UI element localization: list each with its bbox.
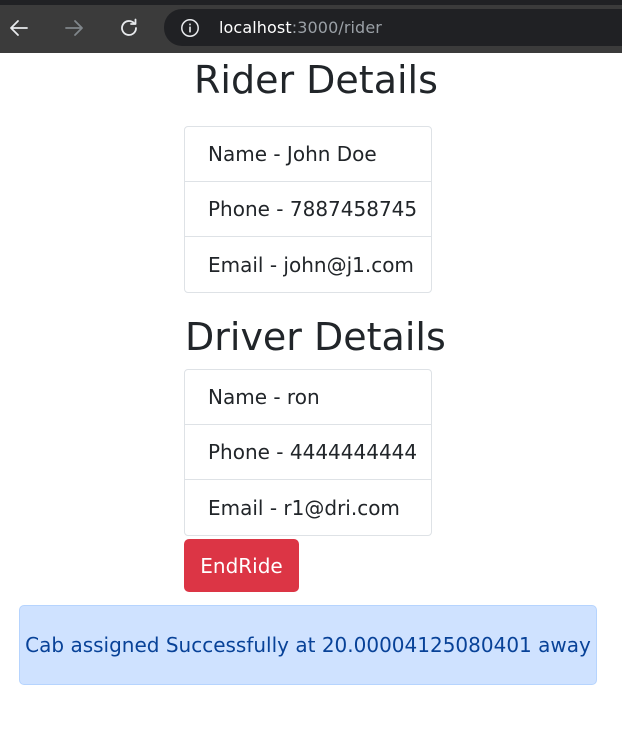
url-path: :3000/rider <box>291 18 382 37</box>
back-button[interactable] <box>5 14 33 42</box>
driver-details-list: Name - ron Phone - 4444444444 Email - r1… <box>184 369 432 536</box>
rider-name: Name - John Doe <box>185 127 431 182</box>
reload-icon <box>121 18 137 36</box>
rider-email: Email - john@j1.com <box>208 252 414 277</box>
reload-button[interactable] <box>115 14 143 42</box>
url-text[interactable]: localhost:3000/rider <box>219 18 382 38</box>
back-arrow-icon <box>10 20 28 36</box>
driver-phone: Phone - 4444444444 <box>185 425 431 480</box>
driver-name: Name - ron <box>185 370 431 425</box>
url-host: localhost <box>219 18 292 37</box>
rider-details-title: Rider Details <box>194 58 438 102</box>
rider-details-list: Name - John Doe Phone - 7887458745 Email… <box>184 126 432 293</box>
driver-details-title: Driver Details <box>185 315 446 359</box>
forward-button[interactable] <box>60 14 88 42</box>
browser-toolbar: localhost:3000/rider <box>0 0 622 53</box>
assignment-alert: Cab assigned Successfully at 20.00004125… <box>19 605 597 685</box>
forward-arrow-icon <box>65 20 83 36</box>
info-icon[interactable] <box>180 18 200 38</box>
rider-phone: Phone - 7887458745 <box>185 182 431 237</box>
address-bar[interactable]: localhost:3000/rider <box>164 9 622 46</box>
page-content: Rider Details Name - John Doe Phone - 78… <box>0 53 622 752</box>
tab-strip-edge <box>0 0 622 5</box>
end-ride-button[interactable]: EndRide <box>184 539 299 592</box>
driver-email: Email - r1@dri.com <box>208 495 400 520</box>
